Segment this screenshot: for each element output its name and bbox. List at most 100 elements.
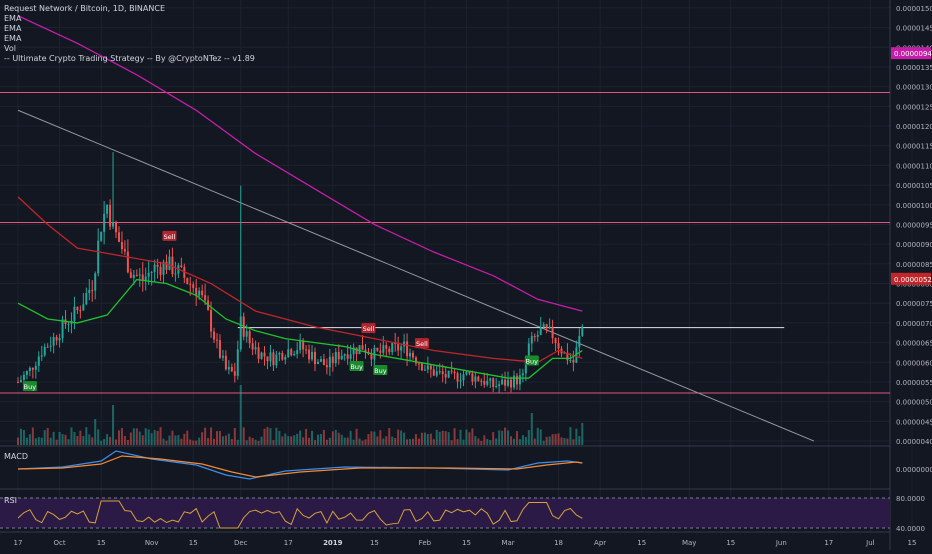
volume-bar [512,438,515,445]
volume-bar [103,438,106,445]
candle-body [388,348,391,353]
candle-body [245,331,248,337]
candle-body [112,221,115,227]
volume-bar [358,438,361,445]
volume-bar [346,437,349,445]
volume-bar [64,434,67,445]
candle-body [489,378,492,381]
volume-bar [403,432,406,445]
candle-body [382,345,385,353]
candle-body [144,276,147,281]
price-tick-label: 0.00000500 [896,399,932,407]
time-tick-label: 17 [14,539,23,547]
candle-body [266,356,269,362]
candle-body [76,306,79,311]
candle-body [34,365,37,370]
price-axis: 0.000015000.000014500.000014000.00001350… [896,5,932,446]
volume-bar [165,440,168,445]
candle-body [227,367,230,370]
volume-bar [391,436,394,445]
price-tick-label: 0.00001150 [896,143,932,151]
volume-bar [426,433,429,445]
volume-bar [31,427,34,445]
candle-body [548,326,551,329]
legend-title: Request Network / Bitcoin, 1D, BINANCE [4,4,166,13]
candle-body [331,356,334,364]
candle-body [153,264,156,272]
volume-bar [263,428,266,445]
volume-bar [28,434,31,445]
candle-body [397,343,400,351]
candle-body [91,289,94,291]
rsi-tick-label: 80.0000 [896,495,925,503]
price-tick-label: 0.00000450 [896,418,932,426]
candle-body [453,371,456,374]
volume-bar [349,430,352,445]
volume-bar [453,428,456,445]
candle-body [334,352,337,364]
price-tick-label: 0.00000550 [896,379,932,387]
price-badge-label: 0.00000949 [894,50,932,58]
candle-body [138,274,141,276]
candle-body [213,331,216,340]
volume-bar [227,433,230,445]
candle-body [426,365,429,370]
volume-bar [429,433,432,445]
volume-bar [328,437,331,445]
candle-body [82,304,85,311]
candle-body [325,365,328,368]
volume-bar [198,437,201,445]
volume-bar [501,430,504,445]
candle-body [201,290,204,296]
candle-body [221,355,224,358]
candle-body [510,379,513,388]
candle-body [186,277,189,284]
chart-stage[interactable]: Buy Sell Sell Buy Buy Sell Buy 0.00001500 0.0000… [0,0,932,550]
candle-body [349,354,352,359]
candle-body [296,350,299,354]
time-tick-label: 17 [824,539,833,547]
price-tick-label: 0.00000900 [896,241,932,249]
price-tick-label: 0.00001050 [896,182,932,190]
volume-bar [459,429,462,445]
candle-body [106,204,109,214]
volume-bar [135,428,138,445]
candle-body [260,352,263,359]
price-tick-label: 0.00000850 [896,261,932,269]
candle-body [305,349,308,351]
candle-body [578,335,581,348]
volume-bar [533,438,536,445]
price-tick-label: 0.00000750 [896,300,932,308]
candle-body [406,341,409,357]
candle-body [123,249,126,252]
candle-body [281,353,284,360]
volume-bar [123,435,126,445]
volume-bar [322,429,325,445]
candle-body [272,352,275,366]
candle-body [94,273,97,291]
price-chart[interactable]: Buy Sell Sell Buy Buy Sell Buy 0.00001500 0.0000… [0,0,932,550]
candle-body [376,347,379,351]
volume-bar [201,432,204,445]
candle-body [299,340,302,351]
signal-label: Buy [24,383,37,391]
volume-bar [138,431,141,445]
candle-body [79,310,82,312]
candle-body [55,337,58,341]
candle-body [269,352,272,362]
volume-bar [218,431,221,445]
volume-bar [563,438,566,445]
volume-bar [278,431,281,445]
time-tick-label: Oct [54,539,66,547]
volume-bar [352,439,355,445]
candle-body [308,349,311,360]
candle-body [314,351,316,365]
volume-bar [79,430,82,445]
candle-body [180,265,183,268]
candle-body [61,319,64,339]
volume-bar [224,435,227,445]
candle-body [417,363,420,365]
volume-bar [394,438,397,445]
volume-bar [153,430,156,445]
volume-bar [52,431,55,445]
